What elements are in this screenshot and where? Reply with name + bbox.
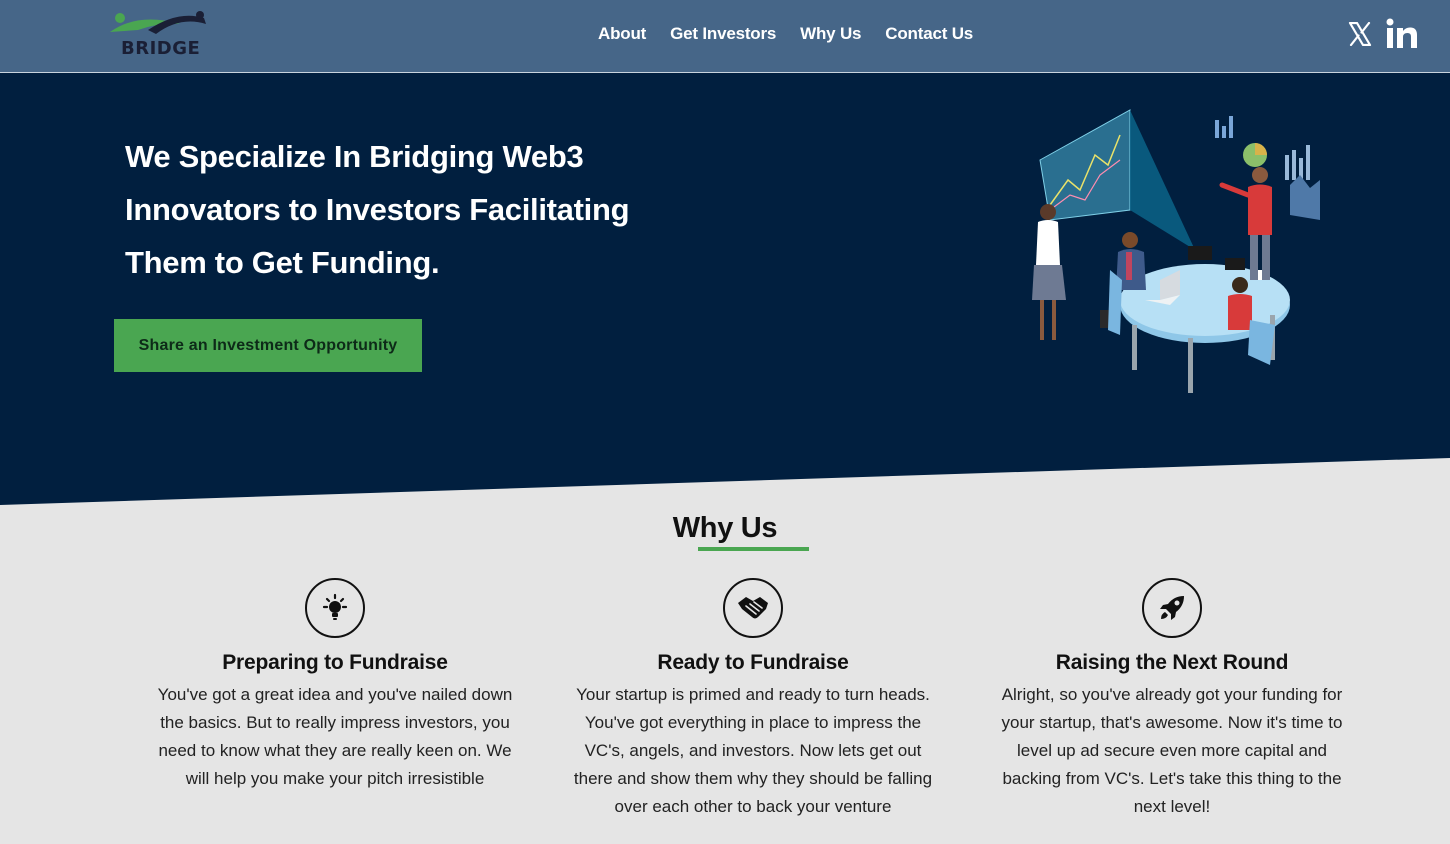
navbar: BRIDGE About Get Investors Why Us Contac…	[0, 0, 1450, 73]
rocket-icon	[1142, 578, 1202, 638]
card-title: Ready to Fundraise	[657, 651, 849, 674]
share-investment-opportunity-button[interactable]: Share an Investment Opportunity	[114, 319, 422, 372]
card-title: Preparing to Fundraise	[222, 651, 448, 674]
why-us-heading: Why Us	[672, 512, 778, 544]
x-twitter-icon[interactable]	[1348, 22, 1372, 46]
card-preparing-to-fundraise: Preparing to Fundraise You've got a grea…	[150, 578, 520, 793]
nav-get-investors[interactable]: Get Investors	[670, 24, 776, 44]
card-description: Alright, so you've already got your fund…	[1001, 685, 1343, 816]
handshake-icon	[723, 578, 783, 638]
card-title: Raising the Next Round	[1055, 651, 1289, 674]
card-ready-to-fundraise: Ready to Fundraise Your startup is prime…	[568, 578, 938, 821]
nav-about[interactable]: About	[598, 24, 646, 44]
lightbulb-icon	[305, 578, 365, 638]
card-description: You've got a great idea and you've naile…	[157, 685, 513, 788]
bridge-logo[interactable]: BRIDGE	[108, 10, 210, 60]
social-links	[1348, 18, 1418, 50]
nav-why-us[interactable]: Why Us	[800, 24, 861, 44]
card-description: Your startup is primed and ready to turn…	[573, 685, 933, 816]
linkedin-icon[interactable]	[1386, 18, 1418, 50]
hero-title: We Specialize In Bridging Web3 Innovator…	[125, 139, 630, 280]
logo-text: BRIDGE	[121, 38, 201, 59]
nav-contact-us[interactable]: Contact Us	[885, 24, 973, 44]
main-nav: About Get Investors Why Us Contact Us	[598, 24, 973, 44]
meeting-illustration	[1032, 109, 1320, 393]
card-raising-the-next-round: Raising the Next Round Alright, so you'v…	[987, 578, 1357, 821]
why-us-underline	[698, 547, 809, 551]
